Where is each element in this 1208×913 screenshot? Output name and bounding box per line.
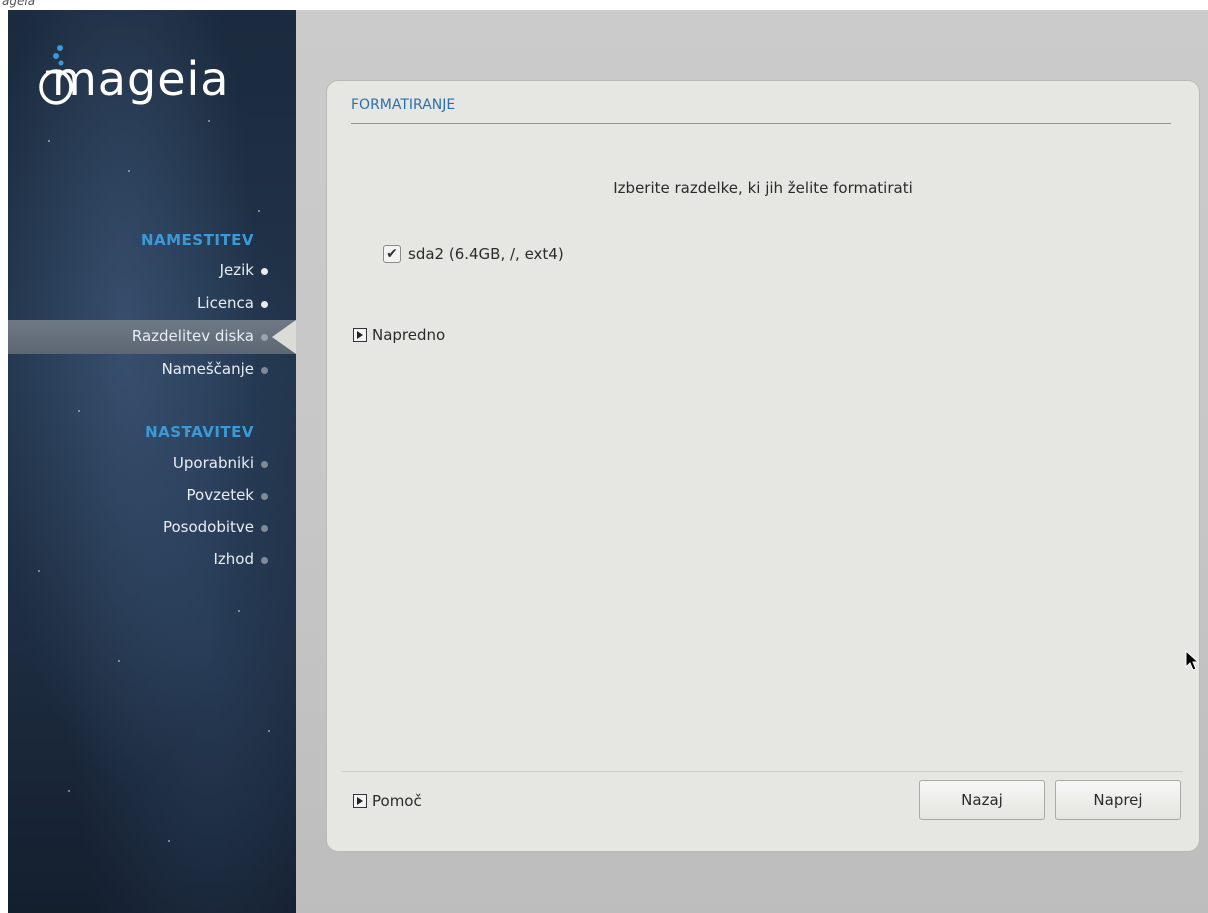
logo-text: mageia	[52, 52, 230, 106]
step-license: Licenca	[197, 294, 254, 312]
instruction-text: Izberite razdelke, ki jih želite formati…	[613, 179, 913, 197]
step-summary: Povzetek	[186, 486, 254, 504]
step-done-dot-icon	[261, 301, 268, 308]
main-panel: FORMATIRANJE Izberite razdelke, ki jih ž…	[326, 80, 1200, 852]
step-exit: Izhod	[213, 550, 254, 568]
step-partitioning: Razdelitev diska	[131, 327, 254, 345]
step-todo-dot-icon	[261, 493, 268, 500]
advanced-label: Napredno	[372, 326, 446, 344]
step-current-dot-icon	[261, 334, 268, 341]
partition-option[interactable]: ✔ sda2 (6.4GB, /, ext4)	[383, 245, 564, 263]
installer-screen: mageia NAMESTITEV Jezik Licenca Razdelit…	[8, 10, 1208, 913]
step-todo-dot-icon	[261, 367, 268, 374]
triangle-right-icon	[353, 328, 367, 342]
bottom-separator	[341, 771, 1183, 772]
step-installing: Nameščanje	[161, 360, 254, 378]
partition-label: sda2 (6.4GB, /, ext4)	[408, 245, 564, 263]
mouse-pointer-icon	[1185, 650, 1200, 671]
active-step-pointer-icon	[272, 320, 296, 354]
step-todo-dot-icon	[261, 525, 268, 532]
triangle-right-icon	[353, 794, 367, 808]
window-caption: ageia	[2, 0, 36, 8]
section-title-configuration: NASTAVITEV	[145, 423, 254, 441]
step-todo-dot-icon	[261, 461, 268, 468]
back-button[interactable]: Nazaj	[919, 780, 1045, 820]
next-button[interactable]: Naprej	[1055, 780, 1181, 820]
step-todo-dot-icon	[261, 557, 268, 564]
advanced-expander[interactable]: Napredno	[353, 326, 445, 344]
partition-checkbox[interactable]: ✔	[383, 245, 401, 263]
step-updates: Posodobitve	[162, 518, 254, 536]
section-title-installation: NAMESTITEV	[140, 231, 254, 249]
step-language: Jezik	[219, 261, 254, 279]
help-label: Pomoč	[372, 792, 422, 810]
check-icon: ✔	[386, 246, 398, 262]
sidebar: mageia NAMESTITEV Jezik Licenca Razdelit…	[8, 10, 296, 913]
step-done-dot-icon	[261, 268, 268, 275]
title-underline	[351, 123, 1171, 124]
help-expander[interactable]: Pomoč	[353, 792, 422, 810]
step-users: Uporabniki	[172, 454, 254, 472]
page-title: FORMATIRANJE	[351, 97, 456, 113]
